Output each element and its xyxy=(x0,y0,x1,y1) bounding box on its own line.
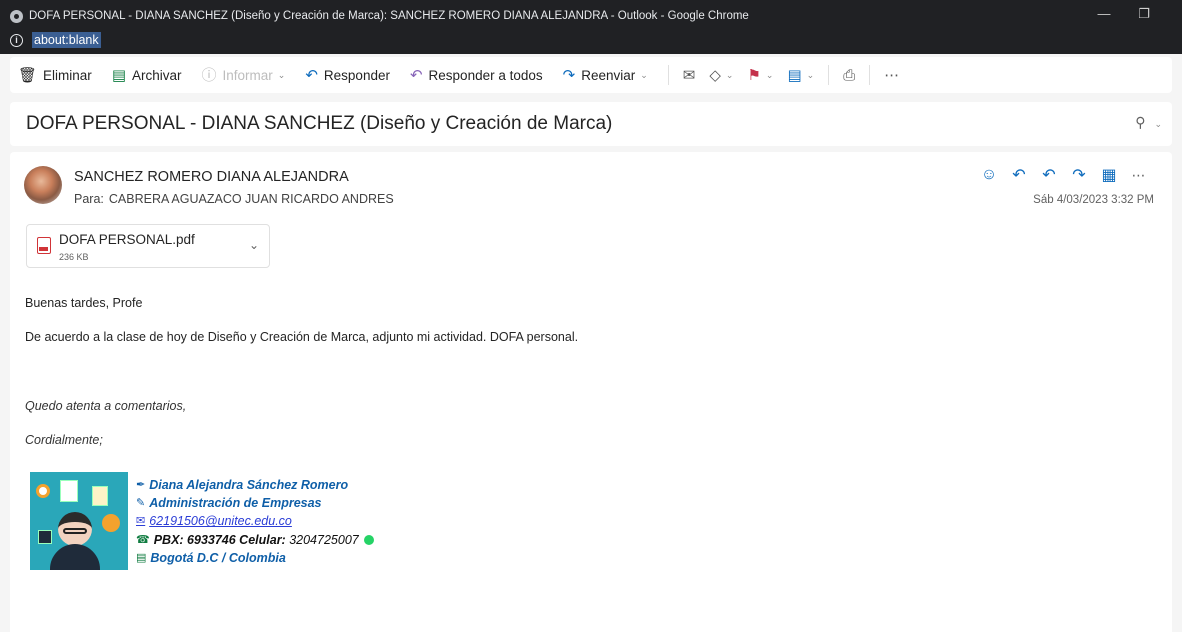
whatsapp-icon xyxy=(363,534,374,545)
forward-icon[interactable]: ↷ xyxy=(1064,165,1094,185)
body-greeting: Buenas tardes, Profe xyxy=(25,296,143,310)
body-regards: Cordialmente; xyxy=(25,433,103,447)
archive-button[interactable]: ▤ Archivar xyxy=(112,68,182,83)
reply-icon[interactable]: ↶ xyxy=(1004,165,1034,185)
more-options-button[interactable]: ⋯ xyxy=(884,66,899,84)
delete-button[interactable]: 🗑 Eliminar xyxy=(18,68,92,83)
more-icon: ⋯ xyxy=(884,67,900,84)
restore-icon[interactable]: ❐ xyxy=(1130,4,1158,24)
categorize-button[interactable]: ◇ ⌄ xyxy=(709,66,733,84)
reply-all-icon: ↶ xyxy=(409,66,423,84)
trash-icon: 🗑 xyxy=(18,66,38,84)
chevron-down-icon: ⌄ xyxy=(1154,119,1162,129)
signature-email[interactable]: 62191506@unitec.edu.co xyxy=(149,512,292,530)
move-to-icon: ▤ xyxy=(787,67,802,84)
signature-name-line: ✒ Diana Alejandra Sánchez Romero xyxy=(136,476,374,494)
forward-icon: ↷ xyxy=(562,66,576,84)
avatar[interactable] xyxy=(24,166,62,204)
url-text[interactable]: about:blank xyxy=(32,32,101,48)
chrome-icon xyxy=(10,9,23,23)
chevron-down-icon: ⌄ xyxy=(806,69,815,80)
phone-icon: ☎ xyxy=(136,533,150,546)
signature-phone-number: 3204725007 xyxy=(289,532,359,547)
attachment-size: 236 KB xyxy=(59,252,89,262)
signature-city: Bogotá D.C / Colombia xyxy=(150,550,286,565)
report-button[interactable]: ⓘ Informar ⌄ xyxy=(202,68,286,83)
signature-phone-label: PBX: 6933746 Celular: xyxy=(153,532,286,547)
attachment-card[interactable]: DOFA PERSONAL.pdf 236 KB ⌄ xyxy=(26,224,270,268)
attachment-name[interactable]: DOFA PERSONAL.pdf xyxy=(59,232,195,247)
window-title-row: DOFA PERSONAL - DIANA SANCHEZ (Diseño y … xyxy=(10,6,749,26)
pdf-file-icon xyxy=(37,237,51,254)
delete-label: Eliminar xyxy=(43,67,92,83)
forward-button[interactable]: ↷ Reenviar ⌄ xyxy=(563,68,648,83)
signature-city-line: ▤ Bogotá D.C / Colombia xyxy=(136,549,374,567)
print-button[interactable]: ⎙ xyxy=(843,67,855,84)
reply-icon: ↶ xyxy=(305,66,318,84)
apps-icon[interactable]: ▦ xyxy=(1094,165,1124,185)
reading-pane: SANCHEZ ROMERO DIANA ALEJANDRA Para: CABR… xyxy=(10,152,1172,632)
signature-block: ✒ Diana Alejandra Sánchez Romero ✎ Admin… xyxy=(136,476,374,567)
tag-icon: ◇ xyxy=(709,67,721,84)
window-title: DOFA PERSONAL - DIANA SANCHEZ (Diseño y … xyxy=(29,10,749,22)
signature-phone-line: ☎ PBX: 6933746 Celular: 3204725007 xyxy=(136,531,374,549)
signature-name: Diana Alejandra Sánchez Romero xyxy=(149,478,349,492)
signature-program-line: ✎ Administración de Empresas xyxy=(136,494,374,512)
reply-all-button[interactable]: ↶ Responder a todos xyxy=(410,68,543,83)
message-actions: ☺ ↶ ↶ ↷ ▦ ⋯ xyxy=(974,165,1154,185)
toolbar-divider xyxy=(828,65,830,85)
subject-bar: DOFA PERSONAL - DIANA SANCHEZ (Diseño y … xyxy=(10,102,1172,146)
archive-icon: ▤ xyxy=(111,66,126,84)
flag-icon: ⚑ xyxy=(747,67,761,84)
zoom-icon: ⚲ xyxy=(1135,114,1146,130)
zoom-button[interactable]: ⚲ ⌄ xyxy=(1135,114,1162,131)
archive-label: Archivar xyxy=(132,67,182,83)
print-icon: ⎙ xyxy=(843,66,856,84)
toolbar-divider xyxy=(869,65,871,85)
mark-read-button[interactable]: ✉ xyxy=(683,66,696,84)
chevron-down-icon[interactable]: ⌄ xyxy=(249,238,259,252)
shield-icon: ⓘ xyxy=(201,66,217,84)
to-label: Para: xyxy=(74,192,104,206)
chevron-down-icon[interactable]: ⌄ xyxy=(278,70,286,81)
emoji-icon[interactable]: ☺ xyxy=(974,166,1004,184)
move-button[interactable]: ▤ ⌄ xyxy=(787,66,814,84)
reply-all-icon[interactable]: ↶ xyxy=(1034,165,1064,185)
signature-program: Administración de Empresas xyxy=(149,496,322,511)
toolbar-divider xyxy=(667,65,669,85)
chevron-down-icon: ⌄ xyxy=(725,69,734,80)
body-closing: Quedo atenta a comentarios, xyxy=(25,399,187,413)
recipient-name[interactable]: CABRERA AGUAZACO JUAN RICARDO ANDRES xyxy=(109,192,394,206)
building-icon: ▤ xyxy=(136,551,147,564)
signature-email-line[interactable]: ✉ 62191506@unitec.edu.co xyxy=(136,512,374,530)
message-toolbar: 🗑 Eliminar ▤ Archivar ⓘ Informar ⌄ ↶ Res… xyxy=(10,57,1172,93)
signature-image xyxy=(30,472,128,570)
sender-name[interactable]: SANCHEZ ROMERO DIANA ALEJANDRA xyxy=(74,169,349,185)
browser-titlebar: DOFA PERSONAL - DIANA SANCHEZ (Diseño y … xyxy=(0,0,1182,54)
reply-all-label: Responder a todos xyxy=(428,67,543,83)
more-icon[interactable]: ⋯ xyxy=(1124,167,1154,184)
minimize-icon[interactable]: — xyxy=(1090,4,1118,24)
recipients-line: Para: CABRERA AGUAZACO JUAN RICARDO ANDRE… xyxy=(74,192,399,206)
chevron-down-icon[interactable]: ⌄ xyxy=(640,70,648,81)
message-subject: DOFA PERSONAL - DIANA SANCHEZ (Diseño y … xyxy=(26,113,613,134)
reply-label: Responder xyxy=(323,67,390,83)
reply-button[interactable]: ↶ Responder xyxy=(305,68,390,83)
report-label: Informar xyxy=(222,67,273,83)
pen-icon: ✒ xyxy=(136,479,146,491)
envelope-icon: ✉ xyxy=(136,515,146,528)
flag-button[interactable]: ⚑ ⌄ xyxy=(747,66,773,84)
message-date: Sáb 4/03/2023 3:32 PM xyxy=(1033,194,1154,206)
chevron-down-icon: ⌄ xyxy=(765,69,774,80)
address-bar[interactable]: i about:blank xyxy=(10,30,101,50)
envelope-icon: ✉ xyxy=(682,67,696,84)
body-paragraph: De acuerdo a la clase de hoy de Diseño y… xyxy=(25,330,579,344)
forward-label: Reenviar xyxy=(581,67,636,83)
info-icon[interactable]: i xyxy=(10,33,23,47)
pencil-icon: ✎ xyxy=(136,497,146,510)
